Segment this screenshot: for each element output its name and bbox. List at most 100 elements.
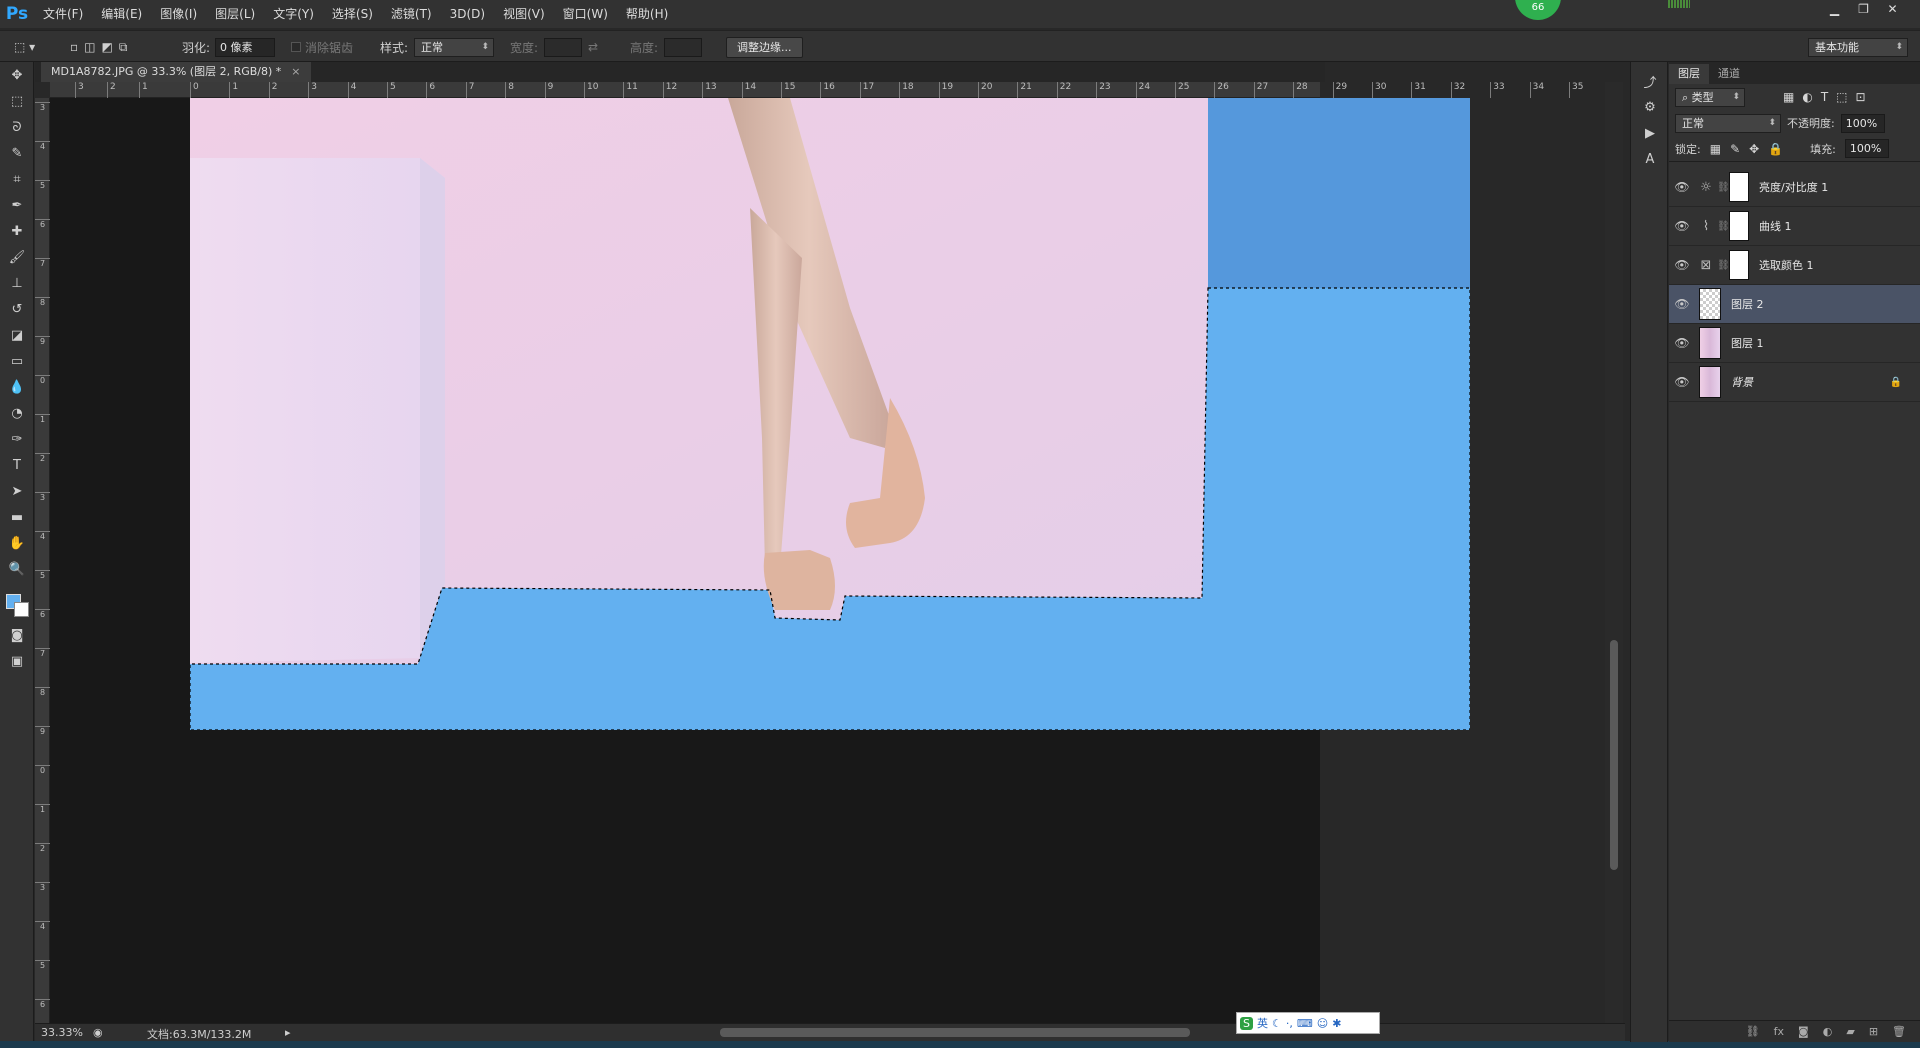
link-layers-icon[interactable]: ⛓ xyxy=(1746,1025,1760,1038)
status-menu-arrow-icon[interactable]: ▸ xyxy=(285,1026,291,1039)
history-brush-icon[interactable]: ↺ xyxy=(0,296,34,322)
path-select-tool-icon[interactable]: ➤ xyxy=(0,478,34,504)
screen-mode-icon[interactable]: ▣ xyxy=(0,648,34,674)
crop-tool-icon[interactable]: ⌗ xyxy=(0,166,34,192)
new-selection-icon[interactable]: ▫ xyxy=(70,40,78,54)
intersect-selection-icon[interactable]: ⧉ xyxy=(119,40,128,55)
stamp-tool-icon[interactable]: ⊥ xyxy=(0,270,34,296)
vertical-scroll-thumb[interactable] xyxy=(1610,640,1618,870)
link-chain-icon[interactable]: ⛓ xyxy=(1717,182,1730,193)
gradient-tool-icon[interactable]: ▭ xyxy=(0,348,34,374)
document-tab[interactable]: MD1A8782.JPG @ 33.3% (图层 2, RGB/8) * × xyxy=(41,62,311,82)
vertical-scrollbar[interactable] xyxy=(1605,82,1623,1023)
lock-pixels-icon[interactable]: ✎ xyxy=(1730,142,1740,156)
filter-smart-icon[interactable]: ⊡ xyxy=(1856,90,1866,104)
layer-name[interactable]: 曲线 1 xyxy=(1759,218,1792,234)
add-selection-icon[interactable]: ◫ xyxy=(84,40,95,54)
fx-icon[interactable]: fx xyxy=(1774,1025,1784,1038)
filter-adjust-icon[interactable]: ◐ xyxy=(1802,90,1812,104)
layer-thumbnail[interactable] xyxy=(1699,327,1721,359)
menu-type[interactable]: 文字(Y) xyxy=(264,0,323,28)
filter-shape-icon[interactable]: ⬚ xyxy=(1836,90,1847,104)
visibility-eye-icon[interactable]: 👁 xyxy=(1669,375,1695,389)
visibility-eye-icon[interactable]: 👁 xyxy=(1669,336,1695,350)
layer-name[interactable]: 背景 xyxy=(1731,374,1753,390)
layer-row[interactable]: 👁 ⌇ ⛓ 曲线 1 xyxy=(1669,207,1920,246)
close-icon[interactable]: ✕ xyxy=(1879,0,1906,18)
menu-3d[interactable]: 3D(D) xyxy=(441,0,494,28)
visibility-eye-icon[interactable]: 👁 xyxy=(1669,258,1695,272)
lasso-tool-icon[interactable]: ᘐ xyxy=(0,114,34,140)
menu-edit[interactable]: 编辑(E) xyxy=(92,0,151,28)
quick-select-tool-icon[interactable]: ✎ xyxy=(0,140,34,166)
canvas-area[interactable] xyxy=(50,98,1470,1023)
blur-tool-icon[interactable]: 💧 xyxy=(0,374,34,400)
layer-mask-thumb[interactable] xyxy=(1729,250,1749,280)
new-layer-icon[interactable]: ⊞ xyxy=(1869,1025,1878,1038)
menu-select[interactable]: 选择(S) xyxy=(323,0,382,28)
menu-view[interactable]: 视图(V) xyxy=(494,0,554,28)
minimize-icon[interactable]: ▁ xyxy=(1821,0,1848,18)
menu-image[interactable]: 图像(I) xyxy=(151,0,206,28)
lock-icon[interactable]: 🔒 xyxy=(1890,377,1902,388)
visibility-eye-icon[interactable]: 👁 xyxy=(1669,180,1695,194)
moon-icon[interactable]: ☾ xyxy=(1272,1017,1282,1030)
hand-tool-icon[interactable]: ✋ xyxy=(0,530,34,556)
style-select[interactable]: 正常 xyxy=(414,37,495,57)
lock-all-icon[interactable]: 🔒 xyxy=(1768,142,1783,156)
marquee-preset-icon[interactable]: ⬚ ▾ xyxy=(14,31,35,63)
dodge-tool-icon[interactable]: ◔ xyxy=(0,400,34,426)
restore-icon[interactable]: ❐ xyxy=(1850,0,1877,18)
layer-filter-select[interactable]: ⌕ 类型 xyxy=(1675,87,1745,107)
layer-name[interactable]: 选取颜色 1 xyxy=(1759,257,1814,273)
refine-edge-button[interactable]: 调整边缘... xyxy=(726,36,803,58)
layer-row[interactable]: 👁 ☼ ⛓ 亮度/对比度 1 xyxy=(1669,168,1920,207)
shape-tool-icon[interactable]: ▬ xyxy=(0,504,34,530)
layer-row[interactable]: 👁 背景 🔒 xyxy=(1669,363,1920,402)
character-panel-icon[interactable]: A xyxy=(1631,146,1669,172)
swap-icon[interactable]: ⇄ xyxy=(588,40,598,54)
actions-play-icon[interactable]: ▶ xyxy=(1631,120,1669,146)
add-mask-icon[interactable]: ◙ xyxy=(1798,1025,1809,1038)
tab-layers[interactable]: 图层 xyxy=(1669,64,1709,84)
tools-icon[interactable]: ✱ xyxy=(1332,1017,1341,1030)
link-chain-icon[interactable]: ⛓ xyxy=(1717,221,1730,232)
layer-row[interactable]: 👁 图层 1 xyxy=(1669,324,1920,363)
width-input[interactable] xyxy=(544,37,583,57)
subtract-selection-icon[interactable]: ◩ xyxy=(101,40,112,54)
visibility-eye-icon[interactable]: 👁 xyxy=(1669,219,1695,233)
layer-name[interactable]: 图层 2 xyxy=(1731,296,1764,312)
user-icon[interactable]: ☺ xyxy=(1317,1017,1328,1030)
menu-layer[interactable]: 图层(L) xyxy=(206,0,264,28)
color-swatches[interactable] xyxy=(0,582,33,622)
layer-thumbnail[interactable] xyxy=(1699,366,1721,398)
layer-row[interactable]: 👁 ⊠ ⛓ 选取颜色 1 xyxy=(1669,246,1920,285)
brush-tool-icon[interactable]: 🖌 xyxy=(0,244,34,270)
blend-mode-select[interactable]: 正常 xyxy=(1675,113,1781,133)
tab-channels[interactable]: 通道 xyxy=(1709,64,1749,84)
lock-transparent-icon[interactable]: ▦ xyxy=(1710,142,1721,156)
feather-input[interactable]: 0 像素 xyxy=(215,37,276,57)
antialias-checkbox[interactable] xyxy=(291,42,301,52)
marquee-tool-icon[interactable]: ⬚ xyxy=(0,88,34,114)
filter-type-icon[interactable]: T xyxy=(1821,90,1828,104)
fill-input[interactable]: 100% xyxy=(1844,139,1889,158)
layer-thumbnail-transparent[interactable] xyxy=(1699,288,1721,320)
layer-mask-thumb[interactable] xyxy=(1729,211,1749,241)
menu-file[interactable]: 文件(F) xyxy=(34,0,92,28)
visibility-eye-icon[interactable]: 👁 xyxy=(1669,297,1695,311)
eraser-tool-icon[interactable]: ◪ xyxy=(0,322,34,348)
background-color-swatch[interactable] xyxy=(14,602,29,617)
punct-icon[interactable]: ·, xyxy=(1286,1017,1293,1030)
quick-mask-icon[interactable]: ◙ xyxy=(0,622,34,648)
ime-lang[interactable]: 英 xyxy=(1257,1015,1268,1031)
layer-name[interactable]: 图层 1 xyxy=(1731,335,1764,351)
filter-pixel-icon[interactable]: ▦ xyxy=(1783,90,1794,104)
menu-window[interactable]: 窗口(W) xyxy=(554,0,617,28)
eyedropper-tool-icon[interactable]: ✒ xyxy=(0,192,34,218)
menu-filter[interactable]: 滤镜(T) xyxy=(382,0,441,28)
height-input[interactable] xyxy=(664,37,703,57)
history-panel-icon[interactable]: ⤴ xyxy=(1631,68,1669,94)
horizontal-scroll-thumb[interactable] xyxy=(720,1028,1190,1037)
zoom-level[interactable]: 33.33% xyxy=(41,1026,83,1039)
